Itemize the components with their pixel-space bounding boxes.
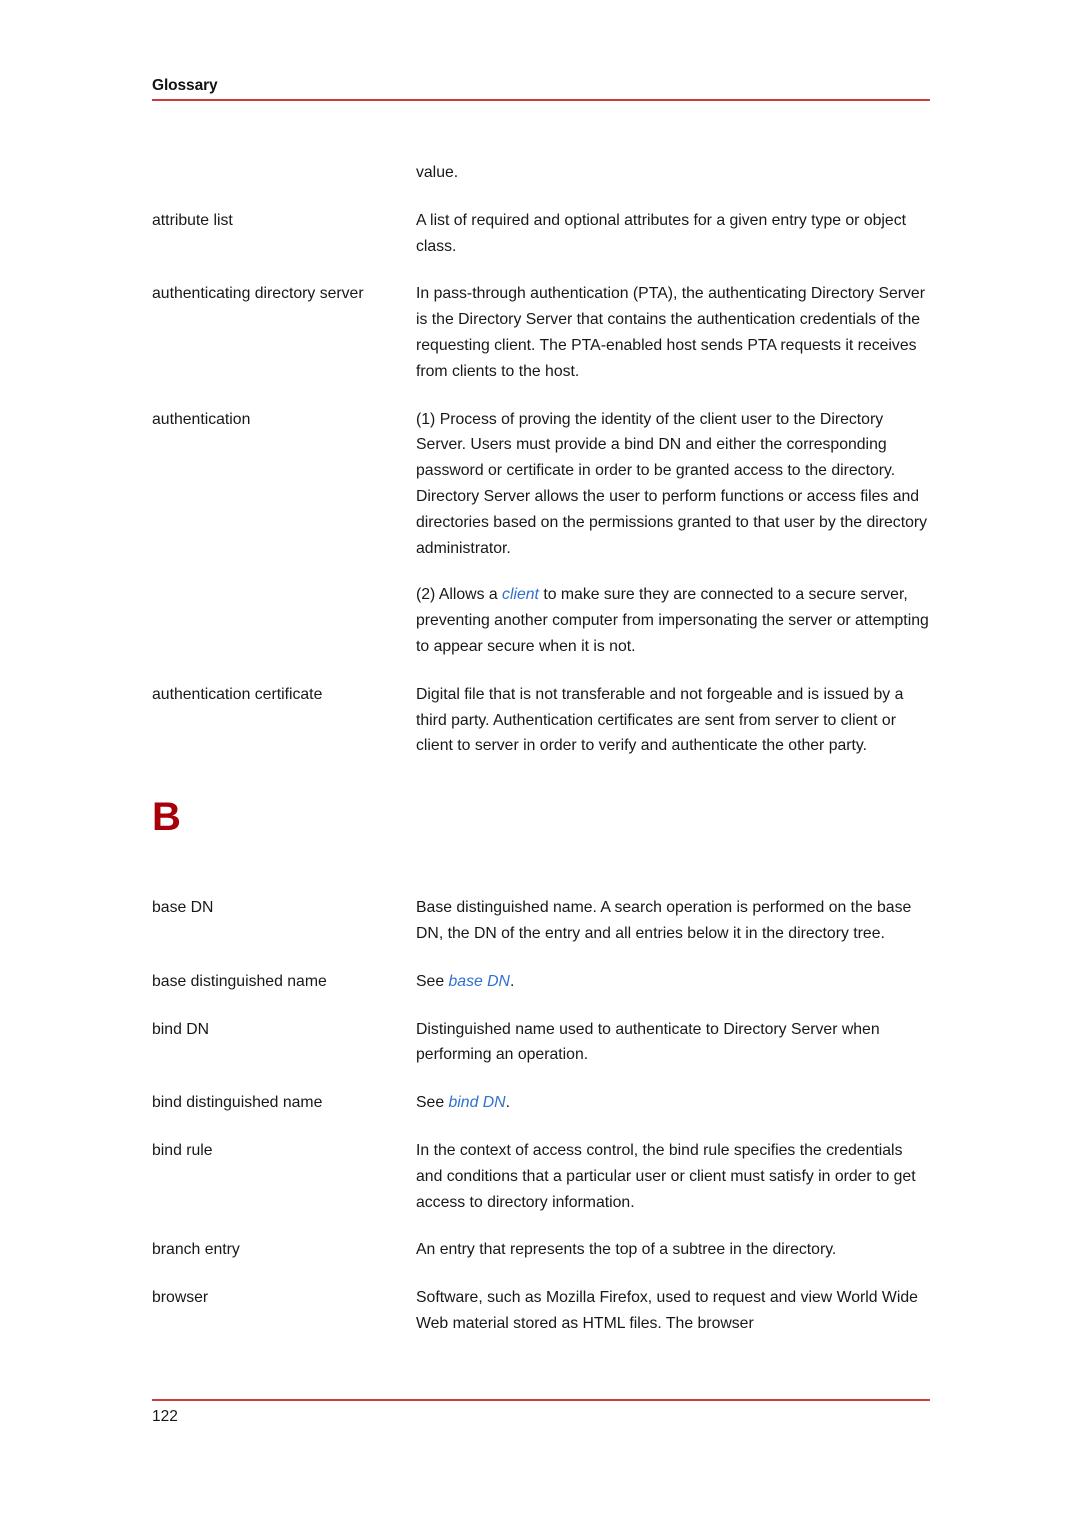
- definition-paragraph: Distinguished name used to authenticate …: [416, 1020, 880, 1064]
- definition-text: In the context of access control, the bi…: [416, 1138, 930, 1215]
- definition-paragraph: (1) Process of proving the identity of t…: [416, 410, 928, 557]
- glossary-page: Glossary value. attribute list A list of …: [0, 0, 1080, 1528]
- glossary-entry: attribute list A list of required and opt…: [152, 208, 930, 260]
- definition-text: An entry that represents the top of a su…: [416, 1237, 930, 1263]
- glossary-entries-b: base DN Base distinguished name. A search…: [152, 895, 930, 1337]
- definition-paragraph: Base distinguished name. A search operat…: [416, 899, 912, 942]
- term-label: branch entry: [152, 1241, 240, 1259]
- cross-reference-link[interactable]: bind DN: [449, 1094, 506, 1111]
- term-label: bind DN: [152, 1020, 210, 1038]
- cross-reference-link[interactable]: client: [502, 586, 539, 603]
- glossary-entry: authenticating directory server In pass-t…: [152, 281, 930, 384]
- definition-text: See base DN.: [416, 969, 930, 995]
- term-label: bind distinguished name: [152, 1094, 323, 1112]
- definition-paragraph: See bind DN.: [416, 1094, 510, 1112]
- definition-paragraph: A list of required and optional attribut…: [416, 211, 906, 255]
- term-label: base DN: [152, 899, 214, 917]
- footer-divider: [152, 1399, 930, 1401]
- glossary-entry: bind rule In the context of access contro…: [152, 1138, 930, 1215]
- glossary-entry: bind DN Distinguished name used to authen…: [152, 1017, 930, 1069]
- definition-paragraph: In the context of access control, the bi…: [416, 1141, 916, 1211]
- definition-text: Digital file that is not transferable an…: [416, 682, 930, 759]
- definition-paragraph: See base DN.: [416, 972, 515, 990]
- section-letter-b: B: [152, 795, 181, 840]
- definition-text: value.: [416, 160, 930, 186]
- page-header: Glossary: [152, 76, 930, 96]
- definition-paragraph: An entry that represents the top of a su…: [416, 1241, 837, 1259]
- term-label: base distinguished name: [152, 972, 327, 990]
- glossary-entry: branch entry An entry that represents the…: [152, 1237, 930, 1263]
- definition-paragraph: In pass-through authentication (PTA), th…: [416, 285, 925, 380]
- page-footer: 122: [152, 1406, 930, 1428]
- term-label: browser: [152, 1289, 209, 1307]
- definition-paragraph: (2) Allows a client to make sure they ar…: [416, 586, 929, 655]
- definition-text: A list of required and optional attribut…: [416, 208, 930, 260]
- definition-text: See bind DN.: [416, 1090, 930, 1116]
- header-divider: [152, 99, 930, 101]
- glossary-entry: bind distinguished name See bind DN.: [152, 1090, 930, 1116]
- glossary-entry: base distinguished name See base DN.: [152, 969, 930, 995]
- glossary-entry: authentication (1) Process of proving the…: [152, 407, 930, 660]
- definition-paragraph: Software, such as Mozilla Firefox, used …: [416, 1289, 918, 1332]
- term-label: attribute list: [152, 211, 233, 229]
- cross-reference-link[interactable]: base DN: [449, 973, 510, 990]
- continued-definition-line: value.: [416, 164, 459, 181]
- glossary-content: value. attribute list A list of required …: [152, 160, 930, 1359]
- definition-paragraph: Digital file that is not transferable an…: [416, 685, 904, 755]
- page-title: Glossary: [152, 77, 218, 94]
- definition-text: Distinguished name used to authenticate …: [416, 1017, 930, 1069]
- glossary-entry: base DN Base distinguished name. A search…: [152, 895, 930, 947]
- glossary-entry: browser Software, such as Mozilla Firefox…: [152, 1285, 930, 1337]
- term-label: authentication: [152, 410, 251, 428]
- term-label: bind rule: [152, 1141, 213, 1159]
- term-label: authentication certificate: [152, 685, 323, 703]
- definition-text: Base distinguished name. A search operat…: [416, 895, 930, 947]
- definition-text: In pass-through authentication (PTA), th…: [416, 281, 930, 384]
- glossary-entries-a: attribute list A list of required and opt…: [152, 208, 930, 759]
- term-label: authenticating directory server: [152, 285, 364, 303]
- glossary-entry: authentication certificate Digital file t…: [152, 682, 930, 759]
- definition-text: (1) Process of proving the identity of t…: [416, 407, 930, 660]
- page-number: 122: [152, 1408, 178, 1425]
- continued-entry: value.: [152, 160, 930, 186]
- definition-text: Software, such as Mozilla Firefox, used …: [416, 1285, 930, 1337]
